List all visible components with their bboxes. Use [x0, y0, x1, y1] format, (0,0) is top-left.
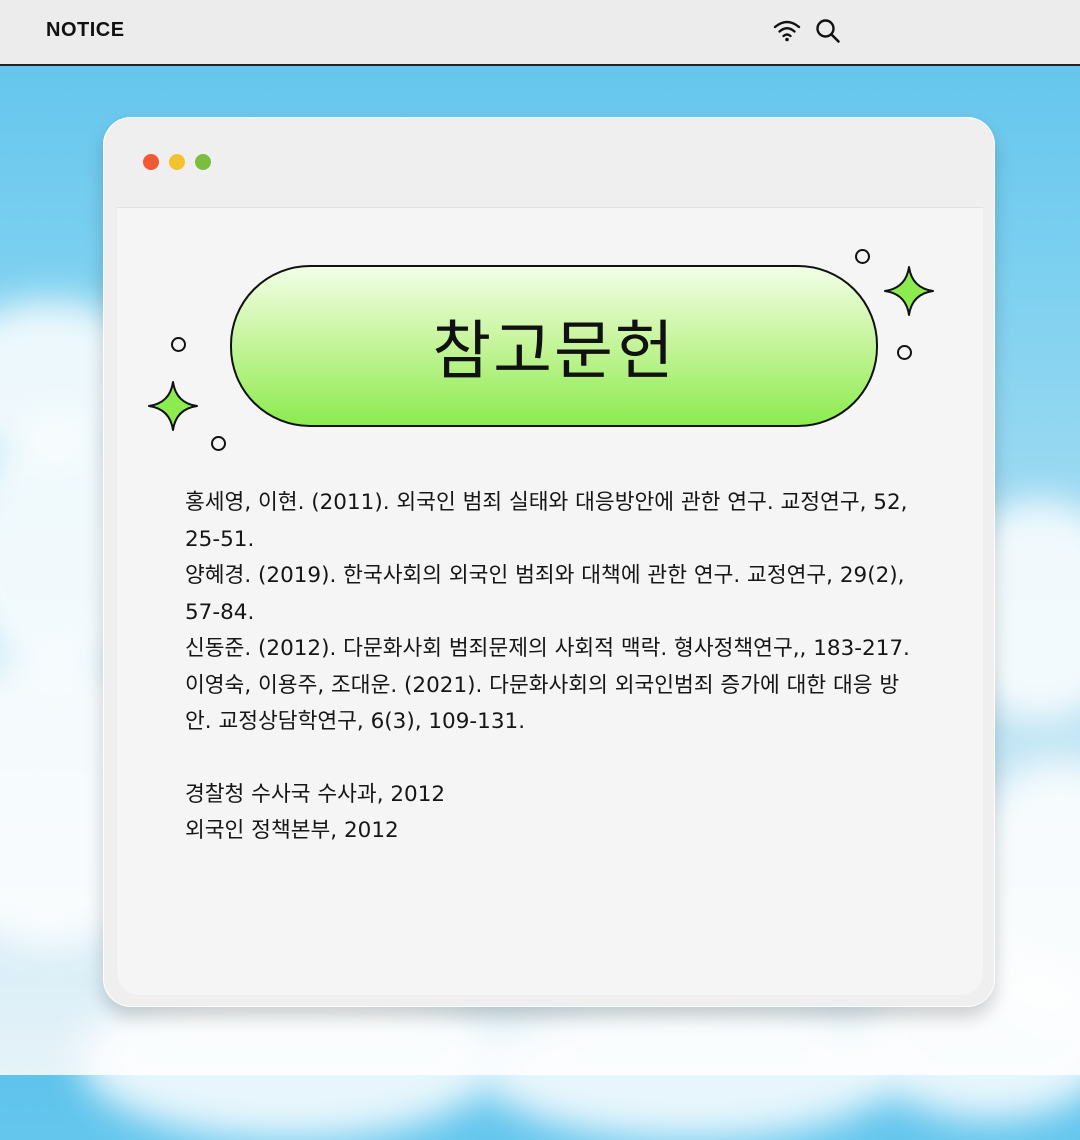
window-controls: [143, 154, 211, 170]
search-icon[interactable]: [814, 17, 842, 49]
reference-item: 신동준. (2012). 다문화사회 범죄문제의 사회적 맥락. 형사정책연구,…: [185, 636, 910, 661]
close-button[interactable]: [143, 154, 159, 170]
topbar-title: NOTICE: [46, 19, 125, 41]
reference-list: 홍세영, 이현. (2011). 외국인 범죄 실태와 대응방안에 관한 연구.…: [185, 485, 925, 850]
reference-item: 홍세영, 이현. (2011). 외국인 범죄 실태와 대응방안에 관한 연구.…: [185, 490, 908, 552]
page-title: 참고문헌: [432, 315, 676, 389]
source-item: 외국인 정책본부, 2012: [185, 818, 399, 843]
circle-decoration: [171, 337, 186, 352]
wifi-icon[interactable]: [772, 18, 802, 48]
circle-decoration: [211, 436, 226, 451]
window-content: 참고문헌 홍세영, 이현. (2011). 외국인 범죄 실태와 대응방안에 관…: [117, 207, 983, 995]
top-bar: NOTICE: [0, 0, 1080, 66]
notice-window: 참고문헌 홍세영, 이현. (2011). 외국인 범죄 실태와 대응방안에 관…: [103, 117, 995, 1007]
heading-pill: 참고문헌: [230, 265, 878, 427]
reference-item: 이영숙, 이용주, 조대운. (2021). 다문화사회의 외국인범죄 증가에 …: [185, 672, 900, 735]
reference-item: 양혜경. (2019). 한국사회의 외국인 범죄와 대책에 관한 연구. 교정…: [185, 563, 905, 625]
minimize-button[interactable]: [169, 154, 185, 170]
maximize-button[interactable]: [195, 154, 211, 170]
sparkle-icon: [884, 266, 934, 316]
circle-decoration: [897, 345, 912, 360]
sparkle-icon: [148, 381, 198, 431]
source-item: 경찰청 수사국 수사과, 2012: [185, 781, 446, 807]
circle-decoration: [855, 249, 870, 264]
